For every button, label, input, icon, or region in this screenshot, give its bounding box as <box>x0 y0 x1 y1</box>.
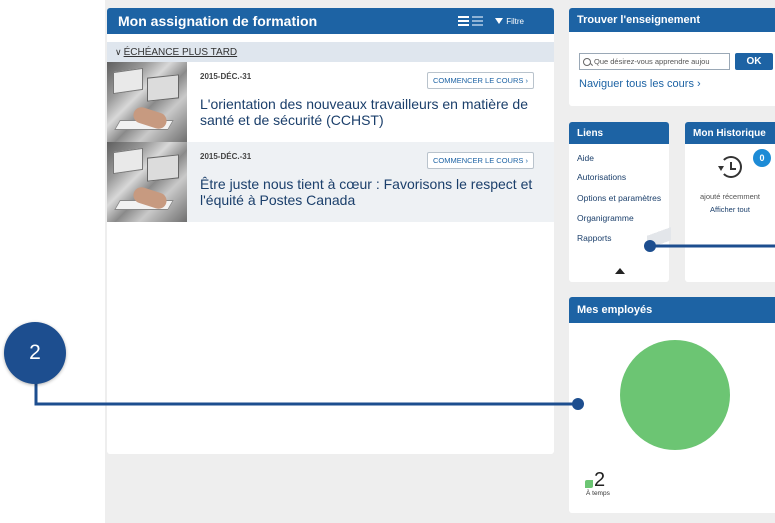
course-body: 2015-DÉC.-31 L'orientation des nouveaux … <box>187 62 554 142</box>
link-help[interactable]: Aide <box>577 153 594 163</box>
start-course-button[interactable]: COMMENCER LE COURS › <box>426 152 534 169</box>
collapse-arrow-icon[interactable] <box>615 268 625 274</box>
link-options-settings[interactable]: Options et paramètres <box>577 193 661 203</box>
course-item: 2015-DÉC.-31 L'orientation des nouveaux … <box>107 62 554 142</box>
find-learning-panel: Trouver l'enseignement Que désirez-vous … <box>569 8 775 106</box>
list-view-icon[interactable] <box>458 16 470 26</box>
chevron-down-icon: ∨ <box>115 46 122 57</box>
history-title: Mon Historique <box>685 122 775 144</box>
due-later-group-toggle[interactable]: ∨ ÉCHÉANCE PLUS TARD <box>107 42 554 62</box>
training-panel-header: Mon assignation de formation Filtre <box>107 8 554 34</box>
filter-button[interactable]: Filtre <box>495 17 524 26</box>
history-arrow-icon <box>718 166 724 171</box>
start-course-label: COMMENCER LE COURS <box>432 156 524 165</box>
course-title[interactable]: L'orientation des nouveaux travailleurs … <box>200 96 540 128</box>
legend-swatch <box>585 480 593 488</box>
start-course-button[interactable]: COMMENCER LE COURS › <box>426 72 534 89</box>
browse-label: Naviguer tous les cours <box>579 78 694 90</box>
course-title[interactable]: Être juste nous tient à cœur : Favorison… <box>200 176 540 208</box>
link-org-chart[interactable]: Organigramme <box>577 213 634 223</box>
legend-value: 2 <box>594 469 606 491</box>
links-title: Liens <box>569 122 669 144</box>
chart-legend: 2 <box>585 470 605 490</box>
course-item: 2015-DÉC.-31 Être juste nous tient à cœu… <box>107 142 554 222</box>
link-authorizations[interactable]: Autorisations <box>577 172 626 182</box>
legend-label: À temps <box>586 490 610 497</box>
page: Mon assignation de formation Filtre ∨ ÉC… <box>0 0 775 523</box>
my-employees-panel: Mes employés 2 À temps <box>569 297 775 513</box>
course-body: 2015-DÉC.-31 Être juste nous tient à cœu… <box>187 142 554 222</box>
history-count-badge: 0 <box>753 149 771 167</box>
search-icon <box>583 57 591 66</box>
find-learning-title: Trouver l'enseignement <box>569 8 775 32</box>
history-panel: Mon Historique 0 ajouté récemment Affich… <box>685 122 775 282</box>
step-number-badge: 2 <box>4 322 66 384</box>
search-placeholder: Que désirez-vous apprendre aujou <box>594 57 710 66</box>
links-panel: Liens Aide Autorisations Options et para… <box>569 122 671 282</box>
filter-icon <box>495 18 504 24</box>
training-panel-title: Mon assignation de formation <box>118 13 318 29</box>
search-ok-button[interactable]: OK <box>735 53 773 70</box>
training-assignment-panel: Mon assignation de formation Filtre ∨ ÉC… <box>107 8 554 454</box>
watermark-logo <box>647 220 671 264</box>
grid-view-icon[interactable] <box>472 16 484 26</box>
search-row: Que désirez-vous apprendre aujou OK <box>579 53 773 70</box>
browse-all-courses-link[interactable]: Naviguer tous les cours › <box>579 78 701 90</box>
start-course-label: COMMENCER LE COURS <box>432 76 524 85</box>
recently-added-label: ajouté récemment <box>699 192 761 201</box>
link-reports[interactable]: Rapports <box>577 233 612 243</box>
chevron-right-icon: › <box>525 156 529 165</box>
group-label: ÉCHÉANCE PLUS TARD <box>123 46 238 58</box>
filter-label: Filtre <box>506 16 524 26</box>
chevron-right-icon: › <box>525 76 529 85</box>
chevron-right-icon: › <box>697 78 701 90</box>
course-thumbnail <box>107 62 187 142</box>
course-thumbnail <box>107 142 187 222</box>
search-input[interactable]: Que désirez-vous apprendre aujou <box>579 53 730 70</box>
view-all-link[interactable]: Afficher tout <box>685 205 775 214</box>
view-toggle <box>458 16 484 26</box>
pie-slice-on-time[interactable] <box>620 340 730 450</box>
